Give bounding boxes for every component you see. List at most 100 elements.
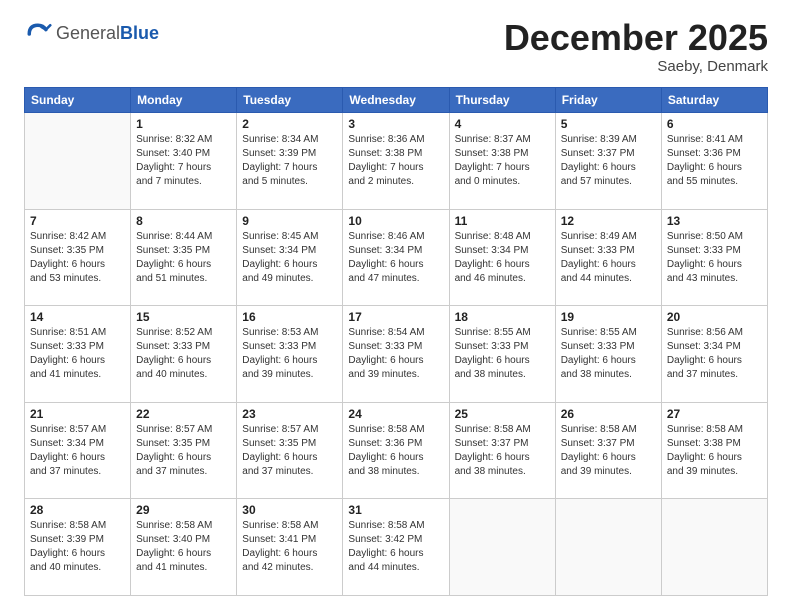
- day-number: 13: [667, 214, 762, 228]
- day-number: 12: [561, 214, 656, 228]
- day-detail: Sunrise: 8:50 AM Sunset: 3:33 PM Dayligh…: [667, 230, 762, 286]
- day-number: 24: [348, 407, 443, 421]
- week-row-3: 14 Sunrise: 8:51 AM Sunset: 3:33 PM Dayli…: [25, 306, 768, 403]
- day-number: 19: [561, 310, 656, 324]
- day-cell: 24 Sunrise: 8:58 AM Sunset: 3:36 PM Dayli…: [343, 402, 449, 499]
- day-cell: 21 Sunrise: 8:57 AM Sunset: 3:34 PM Dayli…: [25, 402, 131, 499]
- day-cell: 12 Sunrise: 8:49 AM Sunset: 3:33 PM Dayli…: [555, 209, 661, 306]
- day-cell: 28 Sunrise: 8:58 AM Sunset: 3:39 PM Dayli…: [25, 499, 131, 596]
- day-cell: [25, 113, 131, 210]
- day-detail: Sunrise: 8:58 AM Sunset: 3:36 PM Dayligh…: [348, 423, 443, 479]
- day-cell: 18 Sunrise: 8:55 AM Sunset: 3:33 PM Dayli…: [449, 306, 555, 403]
- day-number: 15: [136, 310, 231, 324]
- day-detail: Sunrise: 8:39 AM Sunset: 3:37 PM Dayligh…: [561, 133, 656, 189]
- column-header-wednesday: Wednesday: [343, 88, 449, 113]
- day-number: 22: [136, 407, 231, 421]
- week-row-1: 1Sunrise: 8:32 AM Sunset: 3:40 PM Daylig…: [25, 113, 768, 210]
- day-number: 4: [455, 117, 550, 131]
- day-detail: Sunrise: 8:58 AM Sunset: 3:37 PM Dayligh…: [455, 423, 550, 479]
- month-title: December 2025: [504, 20, 768, 56]
- day-cell: 14 Sunrise: 8:51 AM Sunset: 3:33 PM Dayli…: [25, 306, 131, 403]
- day-detail: Sunrise: 8:52 AM Sunset: 3:33 PM Dayligh…: [136, 326, 231, 382]
- day-number: 21: [30, 407, 125, 421]
- day-number: 28: [30, 503, 125, 517]
- day-detail: Sunrise: 8:56 AM Sunset: 3:34 PM Dayligh…: [667, 326, 762, 382]
- day-number: 8: [136, 214, 231, 228]
- calendar-body: 1Sunrise: 8:32 AM Sunset: 3:40 PM Daylig…: [25, 113, 768, 596]
- day-detail: Sunrise: 8:57 AM Sunset: 3:34 PM Dayligh…: [30, 423, 125, 479]
- day-number: 2: [242, 117, 337, 131]
- day-cell: 16 Sunrise: 8:53 AM Sunset: 3:33 PM Dayli…: [237, 306, 343, 403]
- day-cell: [555, 499, 661, 596]
- day-detail: Sunrise: 8:58 AM Sunset: 3:42 PM Dayligh…: [348, 519, 443, 575]
- week-row-5: 28 Sunrise: 8:58 AM Sunset: 3:39 PM Dayli…: [25, 499, 768, 596]
- week-row-4: 21 Sunrise: 8:57 AM Sunset: 3:34 PM Dayli…: [25, 402, 768, 499]
- day-number: 1: [136, 117, 231, 131]
- logo-icon: [24, 20, 52, 48]
- day-cell: 9 Sunrise: 8:45 AM Sunset: 3:34 PM Daylig…: [237, 209, 343, 306]
- column-header-saturday: Saturday: [661, 88, 767, 113]
- day-detail: Sunrise: 8:55 AM Sunset: 3:33 PM Dayligh…: [455, 326, 550, 382]
- header: GeneralBlue December 2025 Saeby, Denmark: [24, 20, 768, 75]
- day-detail: Sunrise: 8:58 AM Sunset: 3:37 PM Dayligh…: [561, 423, 656, 479]
- day-cell: 23Sunrise: 8:57 AM Sunset: 3:35 PM Dayli…: [237, 402, 343, 499]
- day-detail: Sunrise: 8:34 AM Sunset: 3:39 PM Dayligh…: [242, 133, 337, 189]
- day-detail: Sunrise: 8:53 AM Sunset: 3:33 PM Dayligh…: [242, 326, 337, 382]
- day-number: 27: [667, 407, 762, 421]
- day-detail: Sunrise: 8:57 AM Sunset: 3:35 PM Dayligh…: [136, 423, 231, 479]
- day-cell: 20 Sunrise: 8:56 AM Sunset: 3:34 PM Dayli…: [661, 306, 767, 403]
- week-row-2: 7Sunrise: 8:42 AM Sunset: 3:35 PM Daylig…: [25, 209, 768, 306]
- day-cell: 5 Sunrise: 8:39 AM Sunset: 3:37 PM Daylig…: [555, 113, 661, 210]
- day-cell: 27Sunrise: 8:58 AM Sunset: 3:38 PM Dayli…: [661, 402, 767, 499]
- day-number: 5: [561, 117, 656, 131]
- day-detail: Sunrise: 8:58 AM Sunset: 3:39 PM Dayligh…: [30, 519, 125, 575]
- day-number: 29: [136, 503, 231, 517]
- day-number: 11: [455, 214, 550, 228]
- day-cell: 17Sunrise: 8:54 AM Sunset: 3:33 PM Dayli…: [343, 306, 449, 403]
- day-cell: 22 Sunrise: 8:57 AM Sunset: 3:35 PM Dayli…: [131, 402, 237, 499]
- day-number: 9: [242, 214, 337, 228]
- column-header-monday: Monday: [131, 88, 237, 113]
- day-detail: Sunrise: 8:55 AM Sunset: 3:33 PM Dayligh…: [561, 326, 656, 382]
- logo-general: General: [56, 23, 120, 43]
- day-cell: 1Sunrise: 8:32 AM Sunset: 3:40 PM Daylig…: [131, 113, 237, 210]
- day-number: 31: [348, 503, 443, 517]
- day-cell: 3 Sunrise: 8:36 AM Sunset: 3:38 PM Daylig…: [343, 113, 449, 210]
- day-cell: 30Sunrise: 8:58 AM Sunset: 3:41 PM Dayli…: [237, 499, 343, 596]
- day-cell: 19 Sunrise: 8:55 AM Sunset: 3:33 PM Dayli…: [555, 306, 661, 403]
- page: GeneralBlue December 2025 Saeby, Denmark…: [0, 0, 792, 612]
- day-detail: Sunrise: 8:45 AM Sunset: 3:34 PM Dayligh…: [242, 230, 337, 286]
- day-detail: Sunrise: 8:49 AM Sunset: 3:33 PM Dayligh…: [561, 230, 656, 286]
- subtitle: Saeby, Denmark: [504, 58, 768, 75]
- day-number: 25: [455, 407, 550, 421]
- day-number: 10: [348, 214, 443, 228]
- day-detail: Sunrise: 8:51 AM Sunset: 3:33 PM Dayligh…: [30, 326, 125, 382]
- day-number: 16: [242, 310, 337, 324]
- day-number: 6: [667, 117, 762, 131]
- day-cell: 26 Sunrise: 8:58 AM Sunset: 3:37 PM Dayli…: [555, 402, 661, 499]
- day-number: 26: [561, 407, 656, 421]
- day-number: 14: [30, 310, 125, 324]
- column-header-thursday: Thursday: [449, 88, 555, 113]
- title-block: December 2025 Saeby, Denmark: [504, 20, 768, 75]
- day-cell: 29 Sunrise: 8:58 AM Sunset: 3:40 PM Dayli…: [131, 499, 237, 596]
- day-detail: Sunrise: 8:44 AM Sunset: 3:35 PM Dayligh…: [136, 230, 231, 286]
- day-number: 7: [30, 214, 125, 228]
- column-header-tuesday: Tuesday: [237, 88, 343, 113]
- day-detail: Sunrise: 8:48 AM Sunset: 3:34 PM Dayligh…: [455, 230, 550, 286]
- day-cell: 10 Sunrise: 8:46 AM Sunset: 3:34 PM Dayli…: [343, 209, 449, 306]
- day-cell: [449, 499, 555, 596]
- day-number: 18: [455, 310, 550, 324]
- day-detail: Sunrise: 8:36 AM Sunset: 3:38 PM Dayligh…: [348, 133, 443, 189]
- day-number: 3: [348, 117, 443, 131]
- logo-text: GeneralBlue: [56, 24, 159, 44]
- day-cell: 25 Sunrise: 8:58 AM Sunset: 3:37 PM Dayli…: [449, 402, 555, 499]
- day-cell: 4Sunrise: 8:37 AM Sunset: 3:38 PM Daylig…: [449, 113, 555, 210]
- day-detail: Sunrise: 8:46 AM Sunset: 3:34 PM Dayligh…: [348, 230, 443, 286]
- day-detail: Sunrise: 8:58 AM Sunset: 3:40 PM Dayligh…: [136, 519, 231, 575]
- header-row: SundayMondayTuesdayWednesdayThursdayFrid…: [25, 88, 768, 113]
- day-cell: 6Sunrise: 8:41 AM Sunset: 3:36 PM Daylig…: [661, 113, 767, 210]
- column-header-friday: Friday: [555, 88, 661, 113]
- day-number: 20: [667, 310, 762, 324]
- day-number: 17: [348, 310, 443, 324]
